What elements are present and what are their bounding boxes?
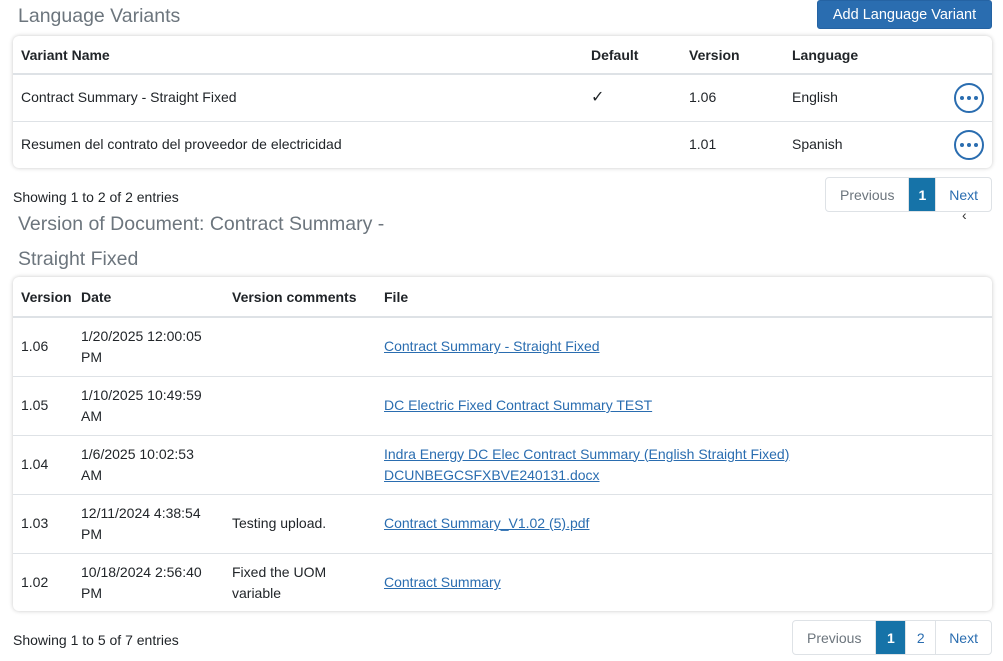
version-number: 1.05 (13, 376, 73, 436)
column-header-file[interactable]: File (376, 277, 992, 318)
version-date: 12/11/2024 4:38:54 PM (73, 494, 224, 554)
table-row: 1.04 1/6/2025 10:02:53 AM Indra Energy D… (13, 435, 992, 495)
column-header-version[interactable]: Version (13, 277, 73, 318)
language-variants-card: Variant Name Default Version Language Co… (13, 36, 992, 168)
variant-name: Resumen del contrato del proveedor de el… (21, 136, 342, 153)
table-row: 1.06 1/20/2025 12:00:05 PM Contract Summ… (13, 317, 992, 377)
column-header-actions (934, 36, 992, 75)
variant-language: English (784, 74, 934, 122)
file-link[interactable]: Contract Summary (384, 574, 501, 590)
table-row: 1.03 12/11/2024 4:38:54 PM Testing uploa… (13, 494, 992, 554)
version-date: 1/10/2025 10:49:59 AM (73, 376, 224, 436)
version-comments (224, 317, 376, 377)
page-1-button[interactable]: 1 (908, 178, 936, 211)
more-options-icon[interactable] (954, 82, 984, 113)
table-row: Resumen del contrato del proveedor de el… (13, 121, 992, 168)
language-variants-entries-info: Showing 1 to 2 of 2 entries (13, 189, 179, 205)
versions-card: Version Date Version comments File 1.06 … (13, 277, 992, 611)
versions-entries-info: Showing 1 to 5 of 7 entries (13, 632, 179, 648)
page-1-button[interactable]: 1 (875, 621, 906, 654)
file-link[interactable]: DC Electric Fixed Contract Summary TEST (384, 397, 652, 413)
add-language-variant-button[interactable]: Add Language Variant (817, 0, 992, 29)
file-link[interactable]: Contract Summary - Straight Fixed (384, 338, 600, 354)
version-number: 1.04 (13, 435, 73, 495)
more-options-icon[interactable] (954, 129, 984, 160)
previous-page-button[interactable]: Previous (826, 178, 908, 211)
version-date: 1/20/2025 12:00:05 PM (73, 317, 224, 377)
version-comments (224, 435, 376, 495)
file-link[interactable]: Indra Energy DC Elec Contract Summary (E… (384, 446, 789, 483)
previous-page-button[interactable]: Previous (793, 621, 875, 654)
variant-version: 1.06 (681, 74, 784, 122)
variant-language: Spanish (792, 136, 843, 153)
collapse-chevron-icon[interactable]: ‹ (962, 207, 967, 223)
column-header-default[interactable]: Default (583, 36, 681, 75)
column-header-comments[interactable]: Version comments (224, 277, 376, 318)
versions-pagination: Previous 1 2 Next (792, 620, 992, 655)
table-row: 1.05 1/10/2025 10:49:59 AM DC Electric F… (13, 376, 992, 436)
column-header-date[interactable]: Date (73, 277, 224, 318)
table-header-row: Version Date Version comments File (13, 277, 992, 318)
next-page-button[interactable]: Next (935, 621, 991, 654)
column-header-version[interactable]: Version (681, 36, 784, 75)
language-variants-title: Language Variants (18, 5, 181, 27)
version-number: 1.06 (13, 317, 73, 377)
column-header-variant-name[interactable]: Variant Name (13, 36, 583, 75)
versions-table: Version Date Version comments File 1.06 … (13, 277, 992, 611)
version-comments (224, 376, 376, 436)
file-link[interactable]: Contract Summary_V1.02 (5).pdf (384, 515, 589, 531)
version-date: 1/6/2025 10:02:53 AM (73, 435, 224, 495)
default-check-icon: ✓ (583, 74, 681, 122)
variant-version: 1.01 (689, 136, 717, 153)
column-header-language[interactable]: Language (784, 36, 934, 75)
page-2-button[interactable]: 2 (905, 621, 935, 654)
variant-name: Contract Summary - Straight Fixed (13, 74, 583, 122)
table-row: Contract Summary - Straight Fixed ✓ 1.06… (13, 74, 992, 122)
language-variants-table: Variant Name Default Version Language Co… (13, 36, 992, 168)
default-check-icon (583, 121, 681, 168)
version-number: 1.02 (21, 574, 49, 591)
version-comments: Testing upload. (224, 494, 376, 554)
table-header-row: Variant Name Default Version Language (13, 36, 992, 75)
versions-title: Version of Document: Contract Summary - … (18, 213, 385, 270)
version-comments: Fixed the UOM variable (232, 563, 327, 601)
table-row: 1.02 10/18/2024 2:56:40 PM Fixed the UOM… (13, 553, 992, 611)
version-date: 10/18/2024 2:56:40 PM (81, 563, 202, 601)
version-number: 1.03 (13, 494, 73, 554)
